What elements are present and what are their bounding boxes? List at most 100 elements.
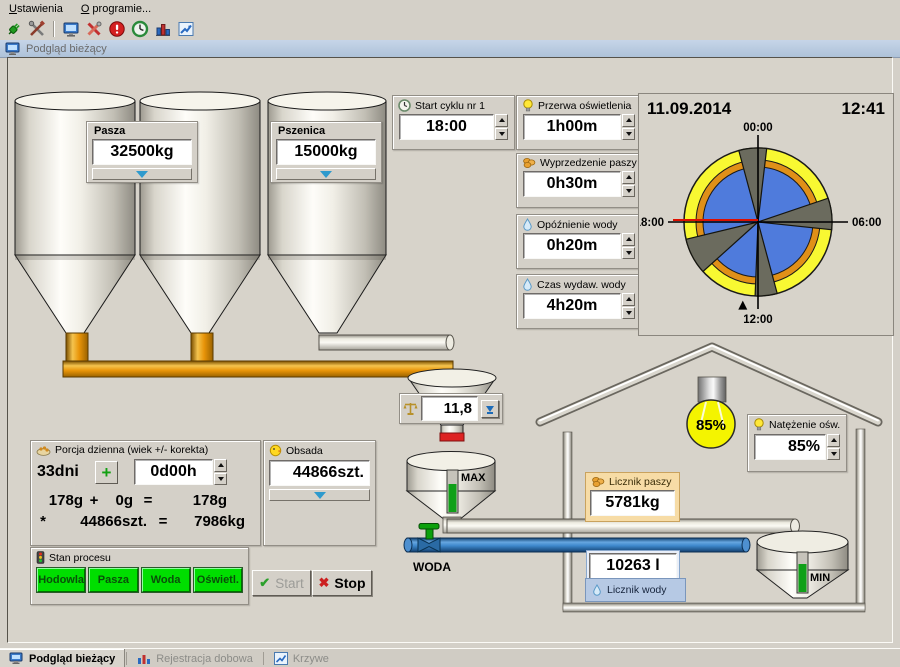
- house-floor: [563, 603, 865, 612]
- spin-up[interactable]: [827, 434, 840, 447]
- tab-rejestracja-dobowa[interactable]: Rejestracja dobowa: [128, 649, 262, 667]
- trend-chart-icon[interactable]: [176, 19, 196, 39]
- grams-total: 178g: [163, 492, 227, 509]
- spin-up[interactable]: [495, 114, 508, 127]
- monitor-icon: [5, 42, 21, 56]
- timer-czas-wydaw-label: Czas wydaw. wody: [537, 279, 626, 291]
- silo-pszenica-value[interactable]: 15000kg: [276, 139, 376, 165]
- service-tools-icon[interactable]: [84, 19, 104, 39]
- menu-o-programie[interactable]: O programie...: [72, 2, 160, 16]
- menu-bar: Ustawienia O programie...: [0, 0, 900, 19]
- status-pasza[interactable]: Pasza: [89, 568, 137, 592]
- grams-per-bird: 178g: [35, 492, 83, 509]
- silo-pszenica-label: Pszenica: [271, 122, 381, 137]
- clock-label-06: 06:00: [852, 217, 881, 229]
- status-woda[interactable]: Woda: [142, 568, 190, 592]
- feed-hand-icon: [36, 444, 51, 456]
- spin-up[interactable]: [214, 459, 227, 472]
- daily-mass-total: 7986kg: [179, 513, 245, 530]
- timer-start-cyklu-label: Start cyklu nr 1: [415, 100, 485, 112]
- stop-button[interactable]: ✖ Stop: [312, 570, 372, 596]
- obsada-value[interactable]: 44866szt.: [269, 460, 370, 486]
- tools-icon[interactable]: [27, 19, 47, 39]
- water-drop-icon: [522, 278, 533, 291]
- timer-opoznienie-panel: Opóźnienie wody 0h20m: [516, 214, 642, 269]
- timer-start-cyklu-panel: Start cyklu nr 1 18:00: [392, 95, 515, 150]
- start-button[interactable]: ✔ Start: [252, 570, 311, 596]
- spin-down[interactable]: [827, 448, 840, 461]
- grams-correction: 0g: [105, 492, 133, 509]
- licznik-paszy-panel: Licznik paszy 5781kg: [585, 472, 680, 522]
- timer-czas-wydaw-value[interactable]: 4h20m: [523, 293, 621, 319]
- obsada-dropdown[interactable]: [269, 489, 370, 501]
- menu-ustawienia[interactable]: Ustawienia: [0, 2, 72, 16]
- timer-przerwa-label: Przerwa oświetlenia: [538, 100, 631, 112]
- lamp-bulb: 85%: [687, 377, 735, 448]
- alarm-icon[interactable]: [107, 19, 127, 39]
- bar-chart-icon[interactable]: [153, 19, 173, 39]
- min-level-gauge: [797, 552, 808, 593]
- monitor-icon[interactable]: [61, 19, 81, 39]
- daily-cycle-clock: 00:00 06:00 12:00 18:00: [640, 115, 890, 330]
- spin-down[interactable]: [622, 307, 635, 320]
- water-pipe: [404, 538, 750, 552]
- scale-icon: [403, 401, 418, 416]
- timer-start-cyklu-value[interactable]: 18:00: [399, 114, 494, 140]
- silo-pasza-value[interactable]: 32500kg: [92, 139, 192, 165]
- spin-down[interactable]: [622, 185, 635, 198]
- status-oswietlenie[interactable]: Oświetl.: [194, 568, 242, 592]
- clock-icon: [398, 99, 411, 112]
- bulb-icon: [753, 418, 765, 431]
- view-title: Podgląd bieżący: [26, 43, 107, 55]
- add-correction-button[interactable]: +: [95, 461, 118, 484]
- bird-count: 44866szt.: [51, 513, 147, 530]
- discharge-button[interactable]: [481, 400, 499, 418]
- silo-pasza-label: Pasza: [87, 122, 197, 137]
- max-level-gauge: [447, 470, 458, 513]
- water-drop-icon: [522, 218, 533, 231]
- timer-wyprzedzenie-label: Wyprzedzenie paszy: [540, 157, 637, 169]
- weigher-value[interactable]: 11,8: [421, 396, 478, 421]
- min-label: MIN: [810, 572, 830, 584]
- tab-krzywe[interactable]: Krzywe: [265, 649, 338, 667]
- spin-down[interactable]: [495, 128, 508, 141]
- spin-down[interactable]: [622, 247, 635, 260]
- licznik-wody-panel: Licznik wody: [585, 578, 686, 602]
- toolbar-separator: [53, 21, 55, 37]
- porcja-title: Porcja dzienna (wiek +/- korekta): [55, 444, 208, 456]
- view-title-bar: Podgląd bieżący: [0, 40, 900, 58]
- correction-value[interactable]: 0d00h: [134, 459, 213, 485]
- check-icon: ✔: [259, 575, 270, 591]
- porcja-dzienna-panel: Porcja dzienna (wiek +/- korekta) 33dni …: [30, 440, 261, 546]
- natezenie-panel: Natężenie ośw. 85%: [747, 414, 847, 472]
- connect-plug-icon[interactable]: [4, 19, 24, 39]
- tab-podglad-biezacy[interactable]: Podgląd bieżący: [0, 649, 125, 667]
- timer-opoznienie-value[interactable]: 0h20m: [523, 233, 621, 259]
- spin-down[interactable]: [214, 473, 227, 486]
- stan-procesu-panel: Stan procesu Hodowla Pasza Woda Oświetl.: [30, 547, 249, 605]
- natezenie-value[interactable]: 85%: [754, 434, 826, 460]
- silo-pasza-panel: Pasza 32500kg: [86, 121, 198, 183]
- spin-up[interactable]: [622, 114, 635, 127]
- spin-up[interactable]: [622, 171, 635, 184]
- water-drop-icon: [592, 584, 602, 596]
- history-clock-icon[interactable]: [130, 19, 150, 39]
- bottom-tab-bar: Podgląd bieżący Rejestracja dobowa Krzyw…: [0, 648, 900, 667]
- timer-przerwa-value[interactable]: 1h00m: [523, 114, 621, 140]
- spin-down[interactable]: [622, 128, 635, 141]
- timer-wyprzedzenie-value[interactable]: 0h30m: [523, 171, 621, 197]
- status-hodowla[interactable]: Hodowla: [37, 568, 85, 592]
- weigher-panel: 11,8: [399, 393, 503, 424]
- silo-pasza-dropdown[interactable]: [92, 168, 192, 180]
- spin-up[interactable]: [622, 233, 635, 246]
- monitor-icon: [9, 652, 24, 665]
- traffic-light-icon: [36, 551, 45, 564]
- licznik-paszy-value: 5781kg: [590, 490, 675, 516]
- silo-pszenica-panel: Pszenica 15000kg: [270, 121, 382, 183]
- silo-pszenica-dropdown[interactable]: [276, 168, 376, 180]
- grain-icon: [591, 476, 605, 488]
- woda-label: WODA: [413, 560, 451, 574]
- spin-up[interactable]: [622, 293, 635, 306]
- obsada-label: Obsada: [286, 445, 323, 457]
- timer-opoznienie-label: Opóźnienie wody: [537, 219, 618, 231]
